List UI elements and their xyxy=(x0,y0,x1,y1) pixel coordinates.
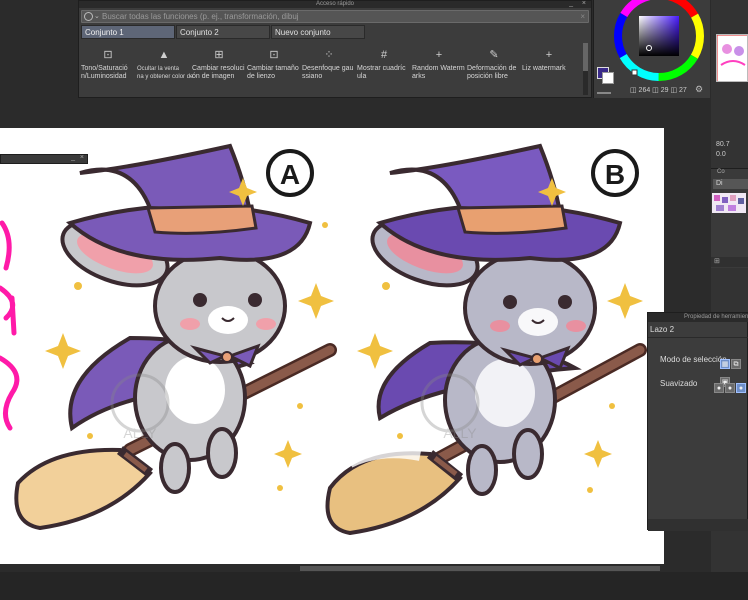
scrollbar[interactable] xyxy=(583,43,588,95)
background-color-swatch[interactable] xyxy=(602,72,614,84)
minimize-button[interactable]: _ xyxy=(569,0,573,7)
watermark-text-b: ALLY xyxy=(443,425,477,441)
divider xyxy=(648,337,748,338)
command-hue-saturation[interactable]: ⊡ Tono/Saturació n/Luminosidad xyxy=(81,49,135,91)
rotation-value[interactable]: 0.0 xyxy=(716,150,730,160)
command-change-canvas-size[interactable]: ⊡ Cambiar tamaño de lienzo xyxy=(247,49,301,91)
bottom-bar xyxy=(0,572,748,600)
canvas-size-icon: ⊡ xyxy=(269,49,279,61)
watermark-text-a: ALLY xyxy=(123,425,157,441)
smoothing-weak-icon[interactable]: ● xyxy=(725,383,735,393)
tool-property-panel: Propiedad de herramienta Lazo 2 Modo de … xyxy=(647,312,748,531)
add-selection-icon[interactable]: ⧉ xyxy=(731,359,741,369)
layer-panel-toolbar[interactable]: ⊞ xyxy=(711,257,748,267)
search-input[interactable]: ⌄ Buscar todas las funciones (p. ej., tr… xyxy=(81,10,589,23)
bunny-a-illustration: A xyxy=(14,143,337,531)
color-wheel-panel: ◫ 264 ◫ 29 ◫ 27 ⚙ xyxy=(593,0,710,98)
smoothing-none-icon[interactable]: ● xyxy=(714,383,724,393)
command-free-transform[interactable]: ✎ Deformación de posición libre xyxy=(467,49,521,91)
chevron-down-icon[interactable]: ⌄ xyxy=(94,11,100,22)
blur-icon: ⁘ xyxy=(324,49,334,61)
command-show-grid[interactable]: # Mostrar cuadríc ula xyxy=(357,49,411,91)
command-hide-window-pick-color[interactable]: ▲ Ocultar la venta na y obtener color de xyxy=(137,49,193,91)
close-button[interactable]: × xyxy=(80,154,84,161)
navigator-values[interactable]: 80.7 0.0 xyxy=(716,140,730,160)
plus-sparkle-icon: + xyxy=(545,49,553,61)
search-icon xyxy=(84,12,93,21)
search-placeholder: Buscar todas las funciones (p. ej., tran… xyxy=(102,12,299,21)
grid-icon: # xyxy=(380,49,388,61)
selection-mode-label: Modo de selección xyxy=(660,355,727,364)
quick-access-title: Acceso rápido xyxy=(315,1,355,7)
command-liz-watermark[interactable]: + Liz watermark xyxy=(522,49,576,91)
layer-panel: Co Di ⊞ xyxy=(711,168,748,268)
smoothing-label: Suavizado xyxy=(660,379,698,388)
layer-thumbnail[interactable] xyxy=(712,193,746,213)
tool-name: Lazo 2 xyxy=(650,325,675,334)
zoom-value[interactable]: 80.7 xyxy=(716,140,730,150)
clear-icon[interactable]: × xyxy=(580,11,585,22)
command-gaussian-blur[interactable]: ⁘ Desenfoque gau ssiano xyxy=(302,49,356,91)
hue-icon: ⊡ xyxy=(103,49,113,61)
new-selection-icon[interactable]: ▦ xyxy=(720,359,730,369)
color-mode-icon[interactable]: ⚙ xyxy=(695,84,703,95)
tab-set-1[interactable]: Conjunto 1 xyxy=(81,25,175,39)
transparent-color-swatch[interactable] xyxy=(597,88,611,94)
quick-access-panel: Acceso rápido _ × ⌄ Buscar todas las fun… xyxy=(78,0,592,98)
layer-panel-tab[interactable]: Co xyxy=(717,169,725,175)
color-values-readout: ◫ 264 ◫ 29 ◫ 27 xyxy=(630,87,687,94)
command-random-watermarks[interactable]: + Random Waterm arks xyxy=(412,49,466,91)
tab-set-2[interactable]: Conjunto 2 xyxy=(176,25,270,39)
drawing-canvas[interactable]: A B ALLY ALLY xyxy=(0,128,664,564)
quick-access-titlebar[interactable]: Acceso rápido _ × xyxy=(79,0,591,8)
eyedropper-icon: ▲ xyxy=(158,49,170,61)
left-floating-panel-titlebar[interactable]: _ × xyxy=(0,154,88,164)
label-a: A xyxy=(280,159,300,190)
canvas-horizontal-scrollbar[interactable] xyxy=(300,566,660,571)
tool-property-title[interactable]: Propiedad de herramienta xyxy=(648,313,748,322)
tool-property-footer xyxy=(648,519,748,531)
tab-new-set[interactable]: Nuevo conjunto xyxy=(271,25,365,39)
label-b: B xyxy=(605,159,625,190)
scrollbar-thumb[interactable] xyxy=(583,43,588,71)
layer-row[interactable]: Di xyxy=(713,179,748,189)
minimize-button[interactable]: _ xyxy=(71,154,75,161)
close-button[interactable]: × xyxy=(582,0,586,7)
command-change-resolution[interactable]: ⊞ Cambiar resoluci ón de imagen xyxy=(192,49,246,91)
bunny-b-illustration: B xyxy=(325,143,647,536)
artwork: A B ALLY ALLY xyxy=(0,143,647,536)
smoothing-options: ● ● ● xyxy=(714,377,747,395)
plus-sparkle-icon: + xyxy=(435,49,443,61)
navigator-thumbnail[interactable] xyxy=(716,34,748,82)
resolution-icon: ⊞ xyxy=(214,49,224,61)
smoothing-strong-icon[interactable]: ● xyxy=(736,383,746,393)
transform-icon: ✎ xyxy=(489,49,499,61)
color-wheel[interactable] xyxy=(611,0,707,84)
